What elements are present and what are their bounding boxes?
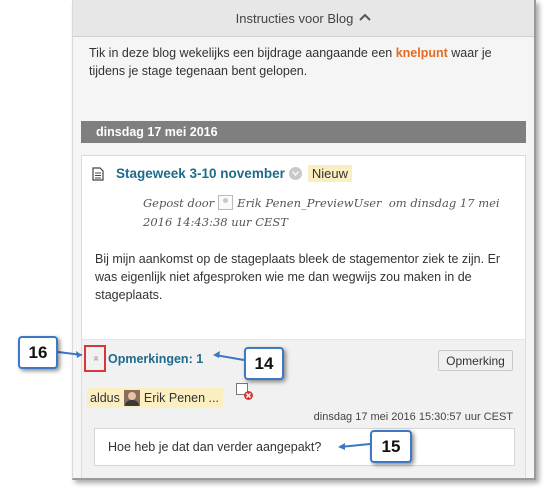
comment-date: dinsdag 17 mei 2016 15:30:57 uur CEST [313,411,513,423]
comment-prefix: aldus [90,391,120,405]
instructions-title: Instructies voor Blog [235,10,354,26]
user-avatar [123,390,140,406]
entry-title[interactable]: Stageweek 3-10 november [116,166,285,181]
user-avatar [218,195,234,210]
delete-comment-icon[interactable] [236,383,254,401]
comment-author-row: aldus Erik Penen ... [87,388,223,408]
instructions-highlight: knelpunt [395,46,448,60]
blog-entry: Stageweek 3-10 november Nieuw Gepost doo… [81,155,526,478]
instructions-text-start: Tik in deze blog wekelijks een bijdrage … [89,46,396,60]
date-header: dinsdag 17 mei 2016 [81,121,526,143]
comments-section: » Opmerkingen: 1 Opmerking aldus Erik Pe… [82,339,525,478]
new-badge: Nieuw [307,165,352,182]
entry-title-row: Stageweek 3-10 november Nieuw [92,165,352,182]
instructions-header[interactable]: Instructies voor Blog [73,0,534,37]
entry-meta: Gepost door Erik Penen_PreviewUser om din… [143,194,523,232]
callout-15: 15 [370,430,412,463]
callout-16: 16 [18,336,58,369]
instructions-text: Tik in deze blog wekelijks een bijdrage … [89,44,519,80]
entry-author: Erik Penen_PreviewUser [237,196,382,210]
posted-by-label: Gepost door [143,196,215,210]
entry-body: Bij mijn aankomst op de stageplaats blee… [95,252,501,302]
chevron-up-icon[interactable] [359,12,372,24]
comment-author[interactable]: Erik Penen ... [144,391,219,405]
callout-14: 14 [244,347,284,380]
blog-panel: Instructies voor Blog Tik in deze blog w… [72,0,536,480]
document-icon [92,166,104,181]
comments-link[interactable]: Opmerkingen: 1 [108,352,203,366]
status-circle-icon[interactable] [288,167,302,180]
highlight-marker [84,345,106,372]
comment-text: Hoe heb je dat dan verder aangepakt? [94,428,515,466]
add-comment-button[interactable]: Opmerking [438,350,513,371]
